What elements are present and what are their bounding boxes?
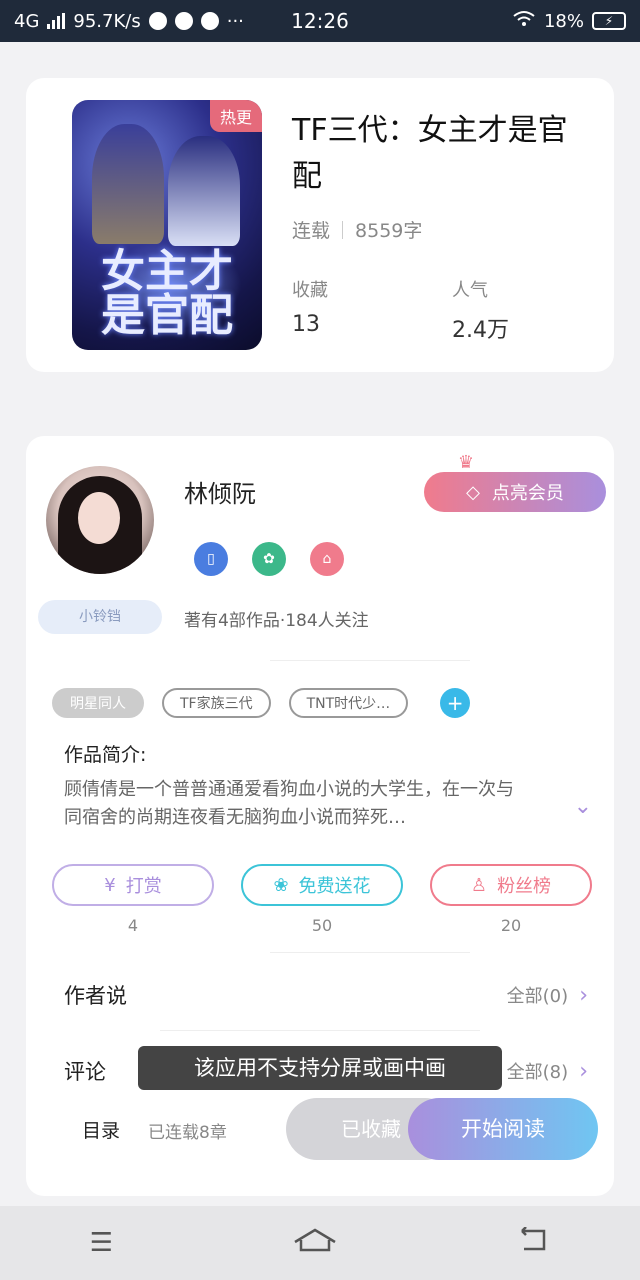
tag-item[interactable]: 明星同人	[52, 688, 144, 718]
stat-favorites: 收藏 13	[292, 276, 328, 337]
author-says-title: 作者说	[64, 984, 127, 1008]
home-badge-icon[interactable]: ⌂	[310, 542, 344, 576]
flower-icon: ❀	[273, 874, 289, 896]
book-meta: 连载 8559字	[292, 216, 422, 243]
catalog-button[interactable]: 目录	[82, 1116, 120, 1143]
author-says-more[interactable]: 全部(0)	[507, 986, 569, 1007]
intro-label: 作品简介:	[64, 744, 147, 766]
fans-rank-button[interactable]: ♙ 粉丝榜	[430, 864, 592, 906]
fans-count: 20	[500, 916, 522, 935]
divider	[160, 1030, 480, 1031]
handshake-badge-icon[interactable]: ✿	[252, 542, 286, 576]
diamond-icon: ◇	[466, 481, 480, 503]
avatar-face	[78, 492, 120, 544]
book-cover[interactable]: 女主才是官配 热更	[72, 100, 262, 350]
stat-popularity: 人气 2.4万	[452, 276, 509, 344]
author-avatar[interactable]	[46, 466, 154, 574]
book-card[interactable]: 女主才是官配 热更 TF三代：女主才是官配 连载 8559字 收藏 13 人气 …	[26, 78, 614, 372]
member-button-label: 点亮会员	[491, 483, 564, 504]
book-title: TF三代：女主才是官配	[292, 113, 568, 194]
author-name[interactable]: 林倾阮	[184, 474, 256, 509]
status-bar: 4G 95.7K/s ··· 12:26 18% ⚡	[0, 0, 640, 42]
chapter-count: 已连载8章	[148, 1123, 227, 1143]
author-says-row[interactable]: 作者说 全部(0) ›	[64, 980, 588, 1010]
flower-count: 50	[311, 916, 333, 935]
reward-action: ¥ 打赏 4	[52, 864, 214, 935]
cover-figure-left	[92, 124, 164, 244]
wechat-icon	[174, 12, 193, 30]
fans-label: 粉丝榜	[497, 876, 552, 897]
flower-label: 免费送花	[298, 876, 371, 897]
network-label: 4G	[14, 10, 40, 32]
stat-label: 收藏	[292, 280, 328, 301]
intro-text: 顾倩倩是一个普普通通爱看狗血小说的大学生，在一次与同宿舍的尚期连夜看无脑狗血小说…	[64, 779, 514, 828]
network-speed: 95.7K/s	[73, 10, 141, 32]
action-row: ¥ 打赏 4 ❀ 免费送花 50 ♙ 粉丝榜 20	[52, 864, 592, 935]
cover-figure-right	[168, 136, 240, 246]
menu-icon[interactable]: ☰	[90, 1228, 113, 1258]
back-icon[interactable]	[516, 1225, 550, 1260]
wifi-icon	[512, 10, 536, 33]
nickname-badge: 小铃铛	[38, 600, 162, 634]
reward-button[interactable]: ¥ 打赏	[52, 864, 214, 906]
chevron-right-icon: ›	[579, 983, 588, 1008]
send-flower-button[interactable]: ❀ 免费送花	[241, 864, 403, 906]
meta-divider	[342, 220, 344, 239]
bottom-action-bar: 目录 已连载8章 已收藏 开始阅读	[46, 1098, 598, 1160]
divider	[270, 952, 470, 953]
tag-item[interactable]: TF家族三代	[162, 688, 271, 718]
member-button[interactable]: ◇ 点亮会员	[424, 472, 606, 512]
home-icon[interactable]	[293, 1226, 337, 1261]
word-count: 8559字	[355, 220, 423, 242]
book-status: 连载	[292, 220, 331, 242]
more-icon: ···	[226, 10, 244, 32]
flower-action: ❀ 免费送花 50	[241, 864, 403, 935]
comments-title: 评论	[64, 1060, 106, 1084]
toast-message: 该应用不支持分屏或画中画	[138, 1046, 502, 1090]
stat-value: 2.4万	[452, 318, 509, 343]
divider	[270, 660, 470, 661]
battery-icon: ⚡	[592, 12, 626, 30]
hot-badge: 热更	[209, 100, 262, 132]
reward-label: 打赏	[125, 876, 162, 897]
reward-count: 4	[127, 916, 139, 935]
yen-icon: ¥	[104, 874, 116, 896]
tag-list: 明星同人 TF家族三代 TNT时代少… +	[52, 688, 471, 718]
chevron-down-icon[interactable]: ⌄	[574, 794, 592, 819]
author-badges: ▯ ✿ ⌂	[194, 542, 344, 576]
person-icon: ♙	[470, 874, 488, 896]
message-icon	[200, 12, 219, 30]
app-icon	[148, 12, 167, 30]
system-nav-bar: ☰	[0, 1206, 640, 1280]
battery-level: 18%	[543, 10, 584, 32]
start-reading-button[interactable]: 开始阅读	[408, 1098, 598, 1160]
cover-title: 女主才是官配	[101, 246, 233, 341]
add-tag-button[interactable]: +	[440, 688, 471, 718]
signal-icon	[47, 13, 66, 29]
chevron-right-icon: ›	[579, 1059, 588, 1084]
stat-value: 13	[292, 312, 320, 337]
comments-more[interactable]: 全部(8)	[507, 1062, 569, 1083]
stat-label: 人气	[452, 280, 488, 301]
author-stats: 著有4部作品·184人关注	[184, 611, 369, 631]
fans-action: ♙ 粉丝榜 20	[430, 864, 592, 935]
phone-badge-icon[interactable]: ▯	[194, 542, 228, 576]
crown-icon: ♛	[457, 452, 474, 473]
tag-item[interactable]: TNT时代少…	[288, 688, 409, 718]
